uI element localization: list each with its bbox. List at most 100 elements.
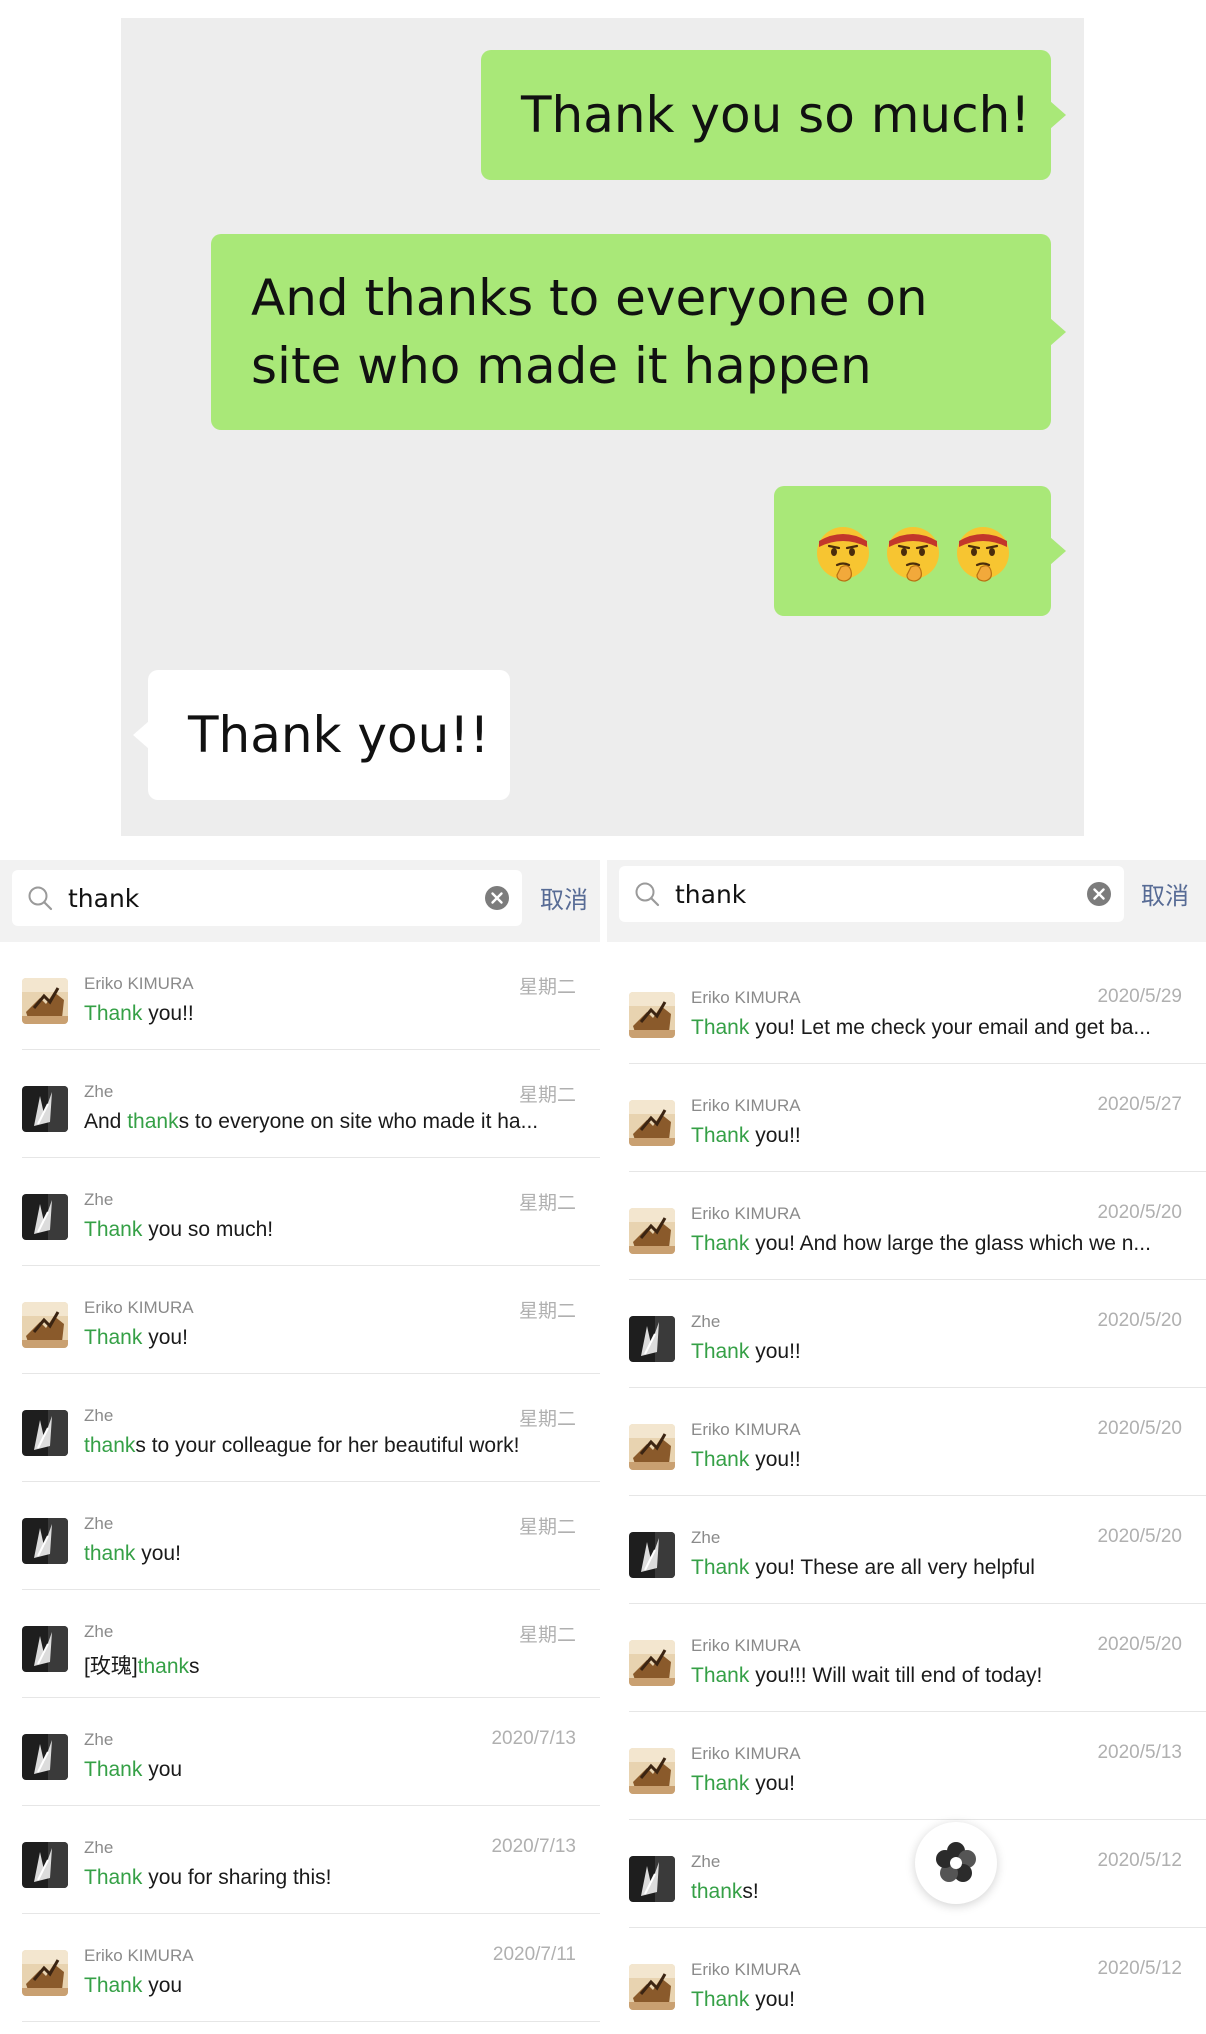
search-result-row[interactable]: Eriko KIMURA 2020/7/11 Thank you xyxy=(0,1914,600,2022)
avatar xyxy=(629,992,675,1038)
thinking-face-emoji-icon xyxy=(956,527,1009,582)
snippet-highlight: Thank xyxy=(691,1124,750,1147)
emoji-row xyxy=(811,519,1015,583)
result-date: 2020/5/13 xyxy=(1097,1742,1182,1763)
contact-name: Zhe xyxy=(691,1528,721,1547)
search-result-row[interactable]: Eriko KIMURA 星期二 Thank you! xyxy=(0,1266,600,1374)
contact-name: Zhe xyxy=(84,1622,114,1641)
avatar xyxy=(629,1100,675,1146)
search-result-row[interactable]: Zhe 2020/7/13 Thank you xyxy=(0,1698,600,1806)
contact-name: Zhe xyxy=(84,1190,114,1209)
search-result-row[interactable]: Eriko KIMURA 2020/5/20 Thank you!! xyxy=(607,1388,1206,1496)
chat-bubble-outgoing[interactable]: Thank you so much! xyxy=(481,50,1066,180)
snippet-highlight: Thank xyxy=(84,1218,143,1241)
search-result-row[interactable]: Zhe 星期二 thank you! xyxy=(0,1482,600,1590)
clear-icon[interactable] xyxy=(1086,881,1112,907)
snippet-rest: s! xyxy=(742,1880,759,1903)
result-date: 星期二 xyxy=(518,1625,576,1646)
search-result-row[interactable]: Eriko KIMURA 2020/5/12 Thank you! xyxy=(607,1928,1206,2034)
result-date: 2020/7/13 xyxy=(491,1728,576,1749)
search-result-row[interactable]: Eriko KIMURA 2020/5/13 Thank you! xyxy=(607,1712,1206,1820)
snippet-highlight: Thank xyxy=(691,1016,750,1039)
snippet-rest: s xyxy=(189,1655,200,1678)
search-bar: thank 取消 xyxy=(0,860,600,942)
snippet-highlight: Thank xyxy=(691,1664,750,1687)
search-result-row[interactable]: Zhe 星期二 thanks to your colleague for her b… xyxy=(0,1374,600,1482)
contact-name: Eriko KIMURA xyxy=(691,1636,801,1655)
avatar xyxy=(22,1842,68,1888)
snippet-highlight: Thank xyxy=(84,1866,143,1889)
search-input[interactable]: thank xyxy=(619,866,1124,922)
snippet-highlight: Thank xyxy=(84,1002,143,1025)
result-snippet: Thank you for sharing this! xyxy=(84,1866,572,1890)
search-result-row[interactable]: Eriko KIMURA 2020/5/20 Thank you! And how … xyxy=(607,1172,1206,1280)
search-result-row[interactable]: Zhe 星期二 And thanks to everyone on site who… xyxy=(0,1050,600,1158)
chat-bubble-outgoing-emoji[interactable] xyxy=(774,486,1066,616)
clear-icon[interactable] xyxy=(484,885,510,911)
search-result-row[interactable]: Eriko KIMURA 2020/5/27 Thank you!! xyxy=(607,1064,1206,1172)
result-date: 星期二 xyxy=(518,1193,576,1214)
search-result-row[interactable]: Zhe 2020/7/13 Thank you for sharing this! xyxy=(0,1806,600,1914)
search-query: thank xyxy=(675,879,747,909)
snippet-rest: you xyxy=(142,1758,183,1781)
avatar xyxy=(629,1964,675,2010)
result-snippet: Thank you! And how large the glass which… xyxy=(691,1232,1178,1256)
search-result-row[interactable]: Zhe 星期二 Thank you so much! xyxy=(0,1158,600,1266)
search-result-row[interactable]: Zhe 星期二 [玫瑰]thanks xyxy=(0,1590,600,1698)
contact-name: Zhe xyxy=(84,1730,114,1749)
contact-name: Zhe xyxy=(691,1852,721,1871)
snippet-highlight: thank xyxy=(691,1880,743,1903)
result-date: 2020/5/20 xyxy=(1097,1526,1182,1547)
snippet-rest: you!! xyxy=(749,1448,801,1471)
search-result-row[interactable]: Eriko KIMURA 2020/5/20 Thank you!!! Will w… xyxy=(607,1604,1206,1712)
floating-loader-button[interactable] xyxy=(915,1822,997,1904)
avatar xyxy=(629,1748,675,1794)
result-date: 2020/7/11 xyxy=(492,1944,576,1965)
cancel-button[interactable]: 取消 xyxy=(540,880,588,915)
search-query: thank xyxy=(68,883,140,913)
result-snippet: Thank you!! xyxy=(691,1124,1178,1148)
chat-bubble-incoming[interactable]: Thank you!! xyxy=(133,670,510,800)
result-date: 2020/5/12 xyxy=(1097,1958,1182,1979)
result-snippet: Thank you! Let me check your email and g… xyxy=(691,1016,1178,1040)
avatar xyxy=(22,1194,68,1240)
result-date: 2020/5/20 xyxy=(1097,1202,1182,1223)
contact-name: Zhe xyxy=(84,1514,114,1533)
result-snippet: And thanks to everyone on site who made … xyxy=(84,1110,572,1134)
contact-name: Zhe xyxy=(691,1312,721,1331)
avatar xyxy=(22,978,68,1024)
snippet-rest: s to your colleague for her beautiful wo… xyxy=(135,1434,520,1457)
avatar xyxy=(629,1316,675,1362)
snippet-highlight: thank xyxy=(84,1542,136,1565)
result-date: 星期二 xyxy=(518,1085,576,1106)
avatar xyxy=(22,1410,68,1456)
contact-name: Eriko KIMURA xyxy=(691,1096,801,1115)
search-results: Eriko KIMURA 2020/5/29 Thank you! Let me c… xyxy=(607,956,1206,2034)
chat-bubble-outgoing[interactable]: And thanks to everyone on site who made … xyxy=(211,234,1066,430)
search-input[interactable]: thank xyxy=(12,870,522,926)
contact-name: Zhe xyxy=(84,1082,114,1101)
snippet-highlight: thank xyxy=(127,1110,179,1133)
search-results: Eriko KIMURA 星期二 Thank you!! Zhe 星期二 And than… xyxy=(0,942,600,2022)
search-result-row[interactable]: Zhe 2020/5/20 Thank you! These are all ver… xyxy=(607,1496,1206,1604)
avatar xyxy=(22,1734,68,1780)
result-snippet: Thank you xyxy=(84,1974,572,1998)
search-result-row[interactable]: Eriko KIMURA 2020/5/29 Thank you! Let me c… xyxy=(607,956,1206,1064)
row-divider xyxy=(22,2021,600,2022)
contact-name: Eriko KIMURA xyxy=(84,1946,194,1965)
result-date: 星期二 xyxy=(518,1301,576,1322)
result-snippet: thanks to your colleague for her beautif… xyxy=(84,1434,572,1458)
search-icon xyxy=(635,882,660,907)
cancel-button[interactable]: 取消 xyxy=(1141,876,1189,911)
search-result-row[interactable]: Eriko KIMURA 星期二 Thank you!! xyxy=(0,942,600,1050)
snippet-rest: you! xyxy=(142,1326,188,1349)
search-result-row[interactable]: Zhe 2020/5/12 thanks! xyxy=(607,1820,1206,1928)
thinking-face-emoji-icon xyxy=(816,527,869,582)
message-text: Thank you so much! xyxy=(521,86,1031,144)
snippet-rest: you!! xyxy=(142,1002,194,1025)
result-date: 星期二 xyxy=(518,1409,576,1430)
snippet-rest: you! xyxy=(135,1542,181,1565)
search-result-row[interactable]: Zhe 2020/5/20 Thank you!! xyxy=(607,1280,1206,1388)
contact-name: Eriko KIMURA xyxy=(691,1960,801,1979)
snippet-rest: you for sharing this! xyxy=(142,1866,332,1889)
